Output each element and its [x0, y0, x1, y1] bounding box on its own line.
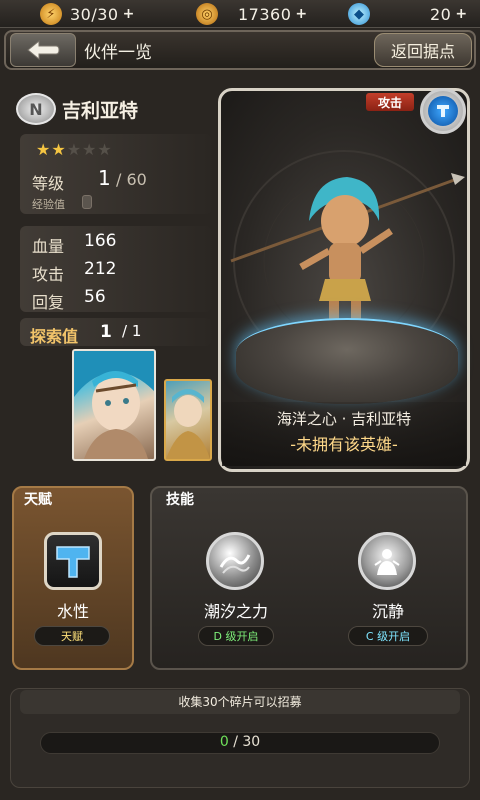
hp-label: 血量: [32, 237, 65, 256]
hero-portrait[interactable]: [72, 349, 156, 461]
recruit-label: 收集30个碎片可以招募: [20, 690, 460, 714]
gold-resource[interactable]: ◎ 17360 +: [196, 3, 307, 25]
fragment-current: 0: [219, 734, 229, 750]
hero-portrait-alt-art: [166, 389, 210, 459]
hero-owned-status: -未拥有该英雄-: [290, 435, 398, 454]
explore-label: 探索值: [30, 327, 79, 346]
star-icon: ★: [51, 140, 67, 159]
talent-header: 天赋: [24, 492, 52, 508]
hammer-icon[interactable]: [44, 532, 102, 590]
star-rating: ★★★★★: [36, 140, 113, 159]
tide-skill-unlock: D 级开启: [198, 626, 274, 646]
page-title: 伙伴一览: [84, 43, 152, 63]
skills-header: 技能: [166, 492, 194, 508]
talent-tag: 天赋: [34, 626, 110, 646]
gold-plus-button[interactable]: +: [295, 6, 307, 22]
diamond-plus-button[interactable]: +: [455, 6, 467, 22]
hp-value: 166: [84, 231, 117, 251]
back-button[interactable]: [10, 33, 76, 67]
hero-name: 吉利亚特: [62, 100, 139, 122]
hero-pedestal: [236, 318, 458, 404]
explore-max: / 1: [122, 322, 142, 340]
rank-badge: N: [16, 93, 56, 125]
star-empty-icon: ★: [97, 140, 113, 159]
exp-label: 经验值: [32, 198, 65, 211]
diamond-resource[interactable]: ◆ 20 +: [348, 3, 467, 25]
level-label: 等级: [32, 174, 65, 193]
star-empty-icon: ★: [82, 140, 98, 159]
exp-bar: [82, 195, 92, 209]
stamina-plus-button[interactable]: +: [123, 6, 135, 22]
hero-portrait-art: [74, 351, 154, 459]
stamina-resource[interactable]: ⚡ 30/30 +: [40, 3, 134, 25]
level-max: / 60: [116, 170, 147, 189]
diamond-icon: ◆: [348, 3, 370, 25]
tide-skill-icon[interactable]: [206, 532, 264, 590]
water-element-icon: [420, 88, 466, 134]
calm-skill-unlock: C 级开启: [348, 626, 428, 646]
calm-skill-icon[interactable]: [358, 532, 416, 590]
back-arrow-icon: [27, 39, 60, 61]
stamina-value: 30/30: [70, 4, 119, 24]
stamina-icon: ⚡: [40, 3, 62, 25]
recovery-value: 56: [84, 287, 106, 307]
role-tag: 攻击: [366, 93, 414, 111]
diamond-value: 20: [430, 4, 452, 24]
gold-value: 17360: [238, 4, 292, 24]
recovery-label: 回复: [32, 293, 65, 312]
tide-skill-name: 潮汐之力: [203, 602, 268, 621]
return-base-button[interactable]: 返回据点: [374, 33, 472, 67]
water-drop-icon: [428, 96, 458, 126]
hero-full-title: 海洋之心 · 吉利亚特: [276, 410, 412, 428]
talent-name: 水性: [56, 602, 89, 621]
attack-label: 攻击: [32, 265, 65, 284]
gold-coin-icon: ◎: [196, 3, 218, 25]
star-icon: ★: [36, 140, 52, 159]
level-value: 1: [98, 166, 111, 190]
calm-skill-name: 沉静: [371, 602, 404, 621]
hero-portrait-alt[interactable]: [164, 379, 212, 461]
explore-value: 1: [100, 322, 112, 342]
fragment-max: / 30: [233, 734, 261, 750]
star-empty-icon: ★: [66, 140, 83, 159]
attack-value: 212: [84, 259, 117, 279]
fragment-progress-text: 0 / 30: [40, 734, 440, 750]
